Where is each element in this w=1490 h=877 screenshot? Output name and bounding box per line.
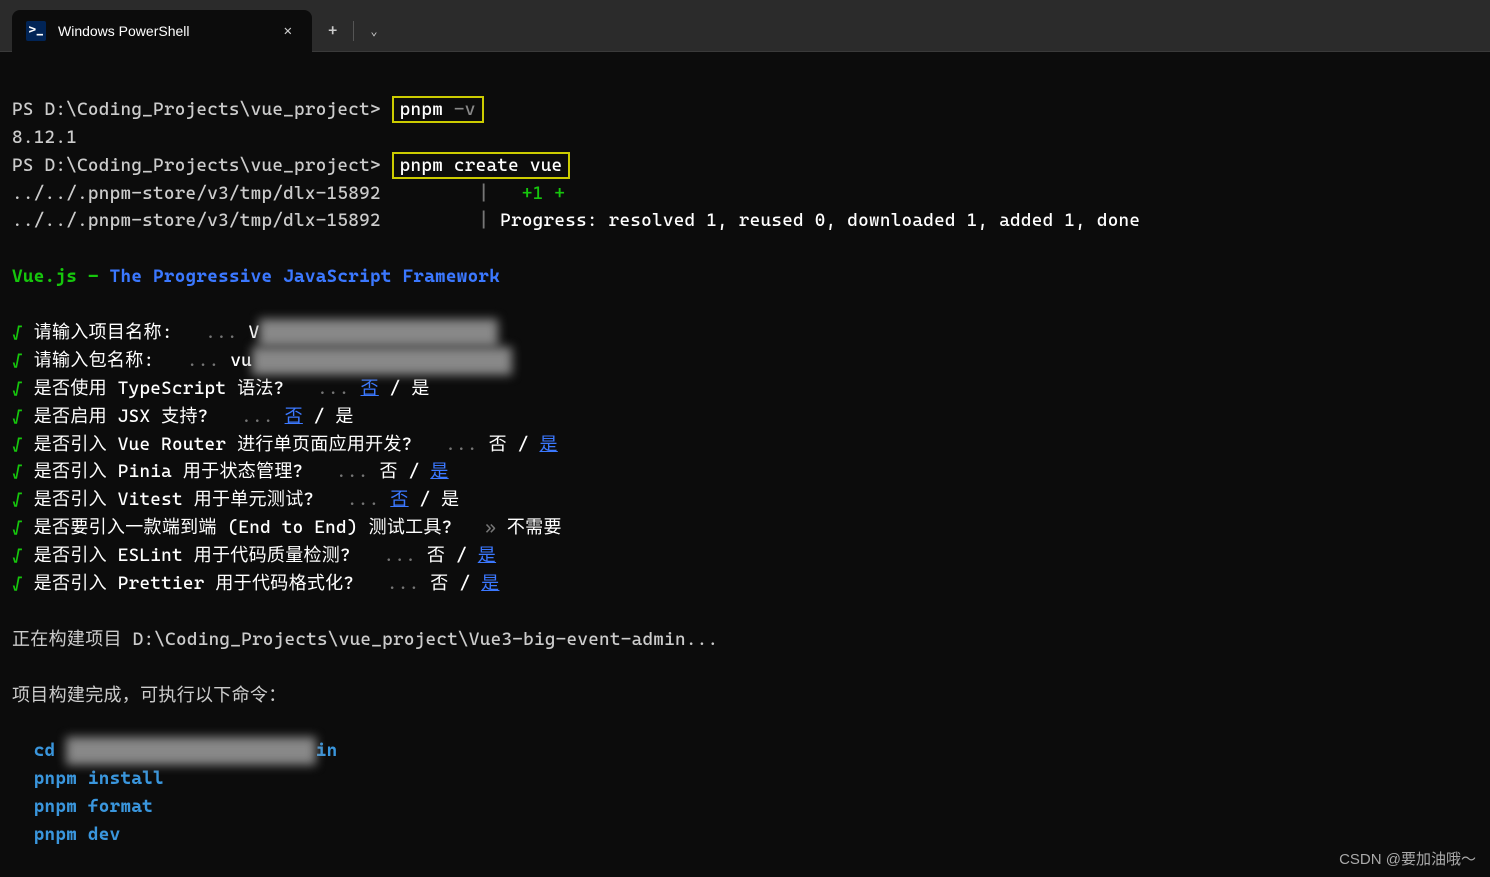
prompt-question: 是否引入 Vitest 用于单元测试? [34, 489, 315, 510]
option-yes-selected: 是 [481, 573, 499, 594]
cmd-format: pnpm format [34, 796, 153, 817]
check-icon: √ [12, 322, 23, 343]
option-no-selected: 否 [390, 489, 408, 510]
cmd-cd: cd [34, 740, 67, 761]
answer: 不需要 [507, 517, 562, 538]
prompt-question: 是否要引入一款端到端 (End to End) 测试工具? [34, 517, 453, 538]
check-icon: √ [12, 378, 23, 399]
option-yes-selected: 是 [539, 434, 557, 455]
watermark: CSDN @要加油哦～ [1339, 848, 1476, 869]
pipe: | [478, 183, 489, 204]
option-yes-selected: 是 [430, 461, 448, 482]
option-no: 否 [489, 434, 507, 455]
option-yes: 是 [441, 489, 459, 510]
prompt: PS D:\Coding_Projects\vue_project> [12, 99, 381, 120]
check-icon: √ [12, 434, 23, 455]
check-icon: √ [12, 517, 23, 538]
option-no: 否 [427, 545, 445, 566]
option-no: 否 [379, 461, 397, 482]
prompt-question: 是否启用 JSX 支持? [34, 406, 209, 427]
highlighted-command: pnpm -v [392, 96, 484, 123]
cmd-dev: pnpm dev [34, 824, 121, 845]
check-icon: √ [12, 461, 23, 482]
prompt-question: 是否引入 ESLint 用于代码质量检测? [34, 545, 351, 566]
redacted-text: xxxxxxxxxxxxxxxxxxxxxxx [66, 737, 315, 765]
prompt-question: 是否引入 Pinia 用于状态管理? [34, 461, 304, 482]
build-message: 正在构建项目 D:\Coding_Projects\vue_project\Vu… [12, 629, 718, 650]
version-output: 8.12.1 [12, 127, 77, 148]
check-icon: √ [12, 545, 23, 566]
store-path: ../../.pnpm-store/v3/tmp/dlx-15892 [12, 210, 381, 231]
plus-indicator: +1 + [522, 183, 565, 204]
redacted-text: xxxxxxxxxxxxxxxxxxxxxx [259, 319, 498, 347]
option-yes: 是 [335, 406, 353, 427]
vue-title: Vue.js [12, 266, 77, 287]
terminal-output[interactable]: PS D:\Coding_Projects\vue_project> pnpm … [0, 52, 1490, 865]
prompt-question: 是否引入 Vue Router 进行单页面应用开发? [34, 434, 413, 455]
prompt-question: 是否使用 TypeScript 语法? [34, 378, 285, 399]
tab-powershell[interactable]: >_ Windows PowerShell ✕ [12, 10, 312, 52]
store-path: ../../.pnpm-store/v3/tmp/dlx-15892 [12, 183, 381, 204]
check-icon: √ [12, 573, 23, 594]
vue-subtitle: The Progressive JavaScript Framework [110, 266, 501, 287]
cmd-install: pnpm install [34, 768, 164, 789]
check-icon: √ [12, 489, 23, 510]
powershell-icon: >_ [26, 21, 46, 41]
new-tab-button[interactable]: + [312, 10, 353, 52]
check-icon: √ [12, 406, 23, 427]
check-icon: √ [12, 350, 23, 371]
prompt-question: 请输入包名称: [34, 350, 155, 371]
option-no-selected: 否 [285, 406, 303, 427]
tab-title: Windows PowerShell [58, 23, 266, 39]
prompt-question: 是否引入 Prettier 用于代码格式化? [34, 573, 355, 594]
progress-text: Progress: resolved [500, 210, 695, 231]
title-bar: >_ Windows PowerShell ✕ + ⌄ [0, 0, 1490, 52]
prompt-question: 请输入项目名称: [34, 322, 173, 343]
prompt: PS D:\Coding_Projects\vue_project> [12, 155, 381, 176]
option-no: 否 [430, 573, 448, 594]
close-icon[interactable]: ✕ [278, 19, 298, 43]
option-no-selected: 否 [360, 378, 378, 399]
highlighted-command: pnpm create vue [392, 152, 571, 179]
done-message: 项目构建完成，可执行以下命令： [12, 685, 287, 706]
pipe: | [478, 210, 489, 231]
option-yes: 是 [411, 378, 429, 399]
option-yes-selected: 是 [478, 545, 496, 566]
chevron-down-icon[interactable]: ⌄ [354, 10, 393, 52]
redacted-text: xxxxxxxxxxxxxxxxxxxxxxxx [252, 347, 512, 375]
